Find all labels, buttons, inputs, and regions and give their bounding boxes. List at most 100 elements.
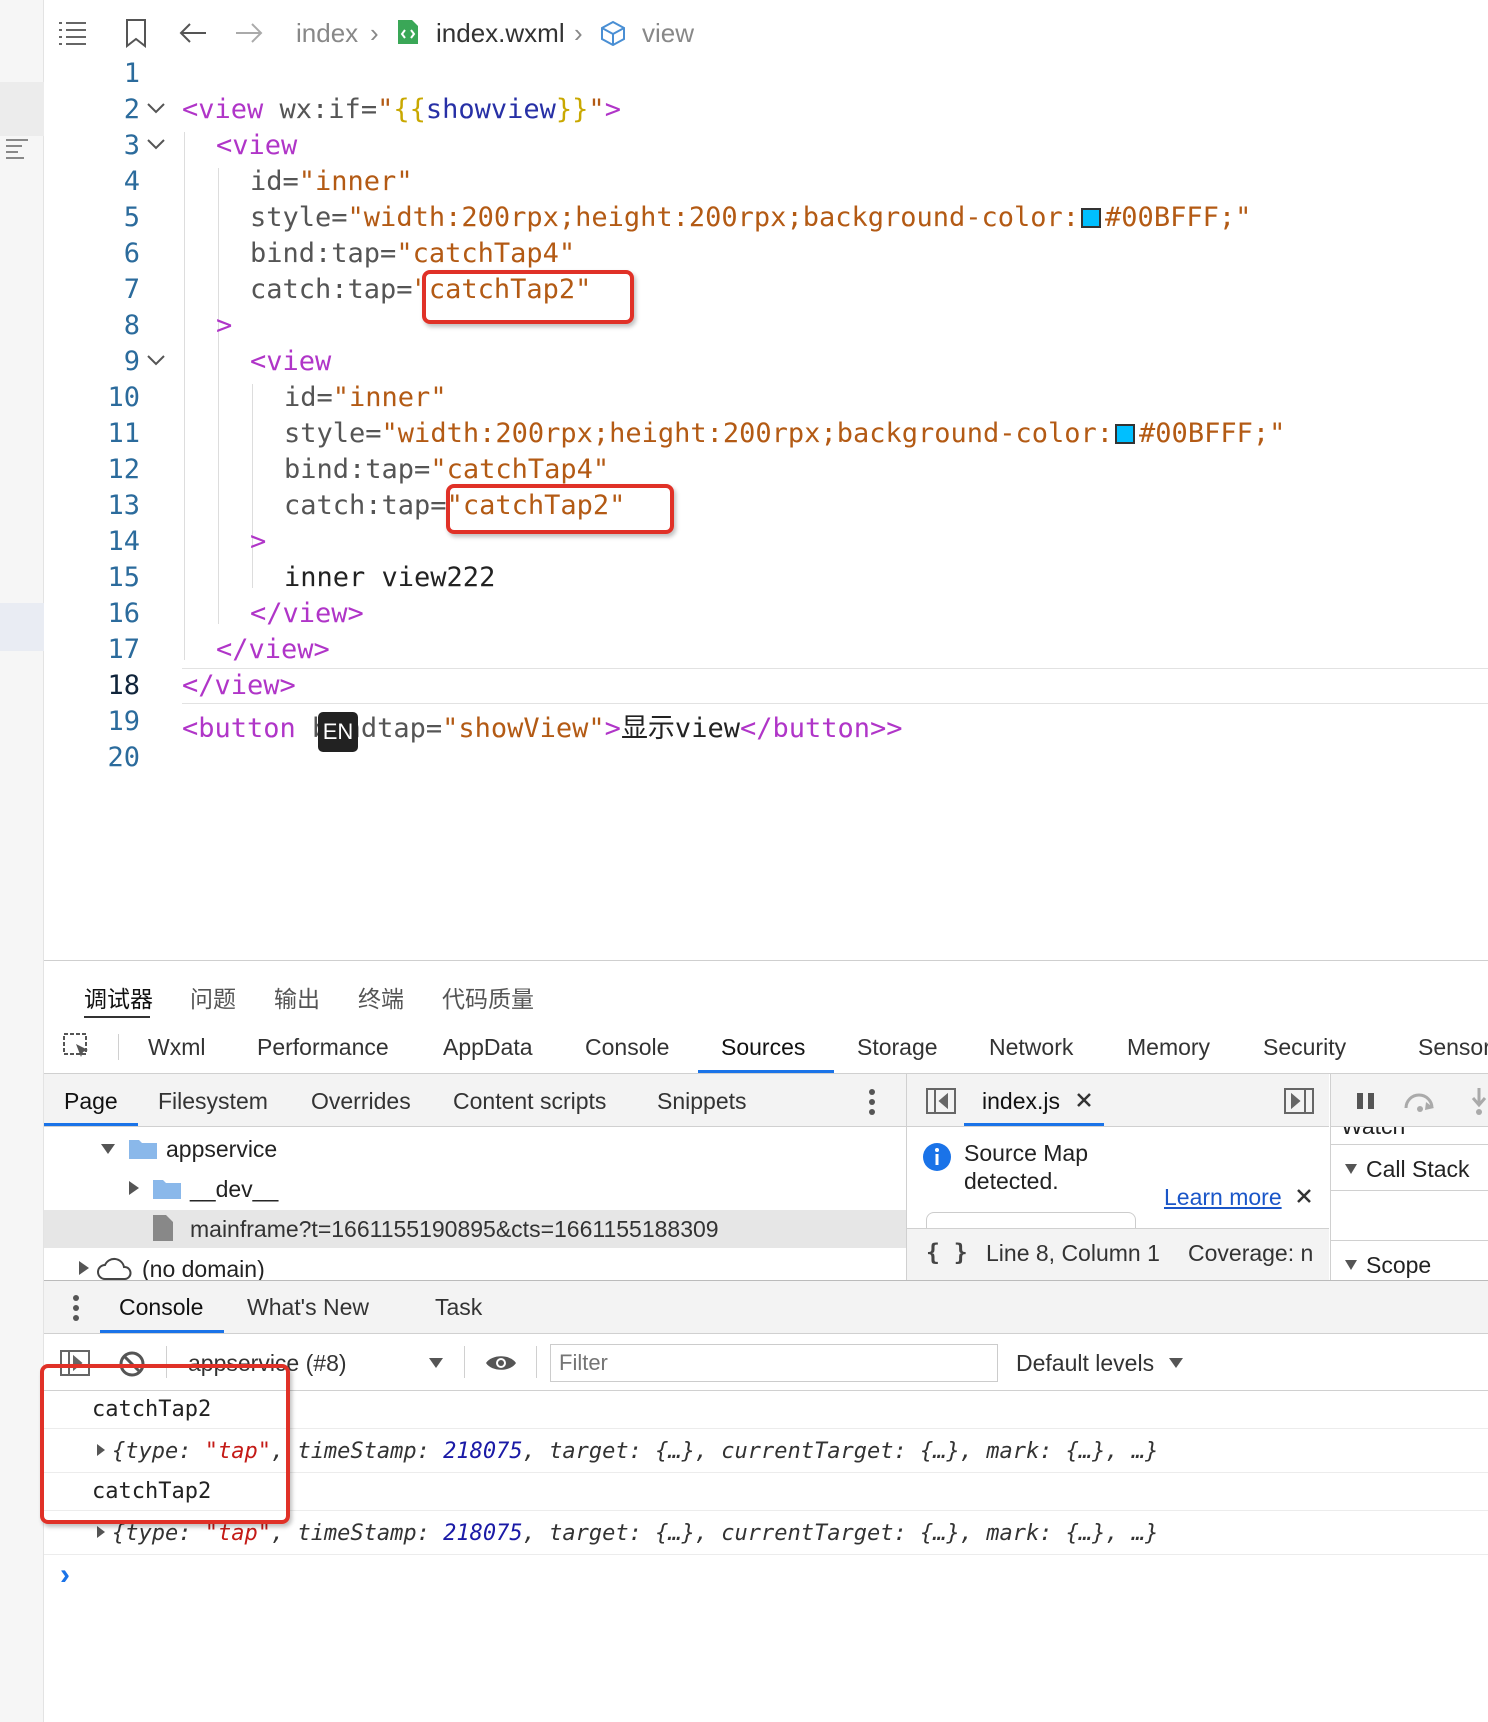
color-swatch[interactable] [1081,208,1102,228]
active-tab-underline [84,1016,150,1018]
code-line[interactable]: style="width:200rpx;height:200rpx;backgr… [250,202,1251,233]
pause-icon[interactable] [1356,1092,1376,1115]
tab-security[interactable]: Security [1263,1034,1346,1061]
code-token: <button [182,713,296,744]
toggle-debugger-icon[interactable] [1284,1088,1314,1119]
fold-chevron-icon[interactable] [146,98,166,121]
divider [44,960,1488,961]
color-swatch[interactable] [1115,424,1136,444]
code-line[interactable]: id="inner" [250,166,413,197]
forward-arrow-icon[interactable] [234,22,264,49]
tab-sources[interactable]: Sources [721,1034,805,1061]
code-line[interactable]: <view wx:if="{{showview}}"> [182,94,621,125]
line-number: 11 [107,418,140,449]
tab-storage[interactable]: Storage [857,1034,938,1061]
code-line[interactable]: > [216,310,232,341]
expand-open-icon[interactable] [1344,1258,1358,1276]
code-line[interactable]: </view> [182,670,296,701]
tab-memory[interactable]: Memory [1127,1034,1210,1061]
dropdown-arrow-icon[interactable] [1168,1356,1184,1374]
code-token: </button> [739,713,887,744]
code-token: " [588,94,605,125]
code-line[interactable]: <view [250,346,331,377]
tab-performance[interactable]: Performance [257,1034,389,1061]
line-number: 4 [123,166,140,197]
code-line[interactable]: id="inner" [284,382,447,413]
code-line[interactable]: > [250,526,266,557]
tab-problems[interactable]: 问题 [190,980,236,1014]
code-line[interactable]: bind:tap="catchTap4" [284,454,609,485]
more-vertical-icon[interactable] [72,1294,80,1327]
tab-overrides[interactable]: Overrides [311,1088,411,1115]
divider [464,1346,465,1378]
tree-item-appservice[interactable]: appservice [166,1136,277,1163]
eye-icon[interactable] [484,1352,518,1379]
line-number: 1 [123,58,140,89]
more-vertical-icon[interactable] [868,1088,876,1121]
code-line[interactable]: <view [216,130,297,161]
code-line[interactable]: <button bindtap="showView">显示view</butto… [182,706,903,745]
tree-expand-closed-icon[interactable] [128,1180,140,1201]
tab-console[interactable]: Console [585,1034,669,1061]
close-icon[interactable] [1076,1092,1092,1113]
expand-open-icon[interactable] [1344,1162,1358,1180]
tab-network[interactable]: Network [989,1034,1073,1061]
tab-appdata[interactable]: AppData [443,1034,533,1061]
tab-content-scripts[interactable]: Content scripts [453,1088,606,1115]
code-token: showview [425,94,556,125]
outline-icon[interactable] [4,134,32,164]
tree-expand-open-icon[interactable] [100,1142,116,1160]
log-levels-dropdown[interactable]: Default levels [1016,1350,1154,1377]
tab-terminal[interactable]: 终端 [358,980,404,1014]
code-line[interactable]: </view> [250,598,364,629]
code-line[interactable]: inner view222 [284,562,495,593]
inspect-element-icon[interactable] [62,1032,94,1067]
tab-debugger[interactable]: 调试器 [84,980,153,1014]
tab-wxml[interactable]: Wxml [148,1034,205,1061]
tree-item-mainframe[interactable]: mainframe?t=1661155190895&cts=1661155188… [190,1216,719,1243]
toggle-navigator-icon[interactable] [926,1088,956,1119]
tree-expand-closed-icon[interactable] [78,1260,90,1281]
step-over-icon[interactable] [1402,1090,1438,1117]
fold-chevron-icon[interactable] [146,134,166,157]
scope-header[interactable]: Scope [1366,1252,1431,1279]
fold-chevron-icon[interactable] [146,350,166,373]
drawer-tab-console[interactable]: Console [119,1294,203,1321]
tab-sensor[interactable]: Sensor [1418,1034,1488,1061]
breadcrumb-element[interactable]: view [642,18,694,49]
breadcrumb-file[interactable]: index.wxml [436,18,565,49]
code-token: > [886,713,903,744]
console-prompt[interactable]: › [60,1558,70,1592]
breadcrumb-index[interactable]: index [296,18,358,49]
tree-item-dev[interactable]: __dev__ [190,1176,278,1203]
tab-code-quality[interactable]: 代码质量 [442,980,534,1014]
tab-output[interactable]: 输出 [274,980,320,1014]
indent-guide [252,384,253,588]
drawer-tab-task[interactable]: Task [435,1294,482,1321]
console-filter-input[interactable] [550,1344,998,1382]
bookmark-icon[interactable] [124,18,148,53]
learn-more-link[interactable]: Learn more [1164,1184,1282,1211]
code-line[interactable]: bind:tap="catchTap4" [250,238,575,269]
file-tab-indexjs[interactable]: index.js [982,1088,1060,1115]
close-icon[interactable] [1296,1188,1312,1209]
tab-filesystem[interactable]: Filesystem [158,1088,268,1115]
back-arrow-icon[interactable] [178,22,208,49]
list-icon[interactable] [58,20,88,51]
pretty-print-button[interactable]: { } [926,1240,968,1266]
divider [44,1126,906,1127]
watch-section-header[interactable]: Watch [1331,1127,1488,1141]
expand-closed-icon[interactable] [96,1525,106,1544]
console-object[interactable]: {type: "tap", timeStamp: 218075, target:… [112,1521,1158,1546]
tree-item-no-domain[interactable]: (no domain) [142,1256,265,1283]
code-line[interactable]: style="width:200rpx;height:200rpx;backgr… [284,418,1285,449]
code-line[interactable]: </view> [216,634,330,665]
call-stack-header[interactable]: Call Stack [1366,1156,1470,1183]
tab-page[interactable]: Page [64,1088,118,1115]
drawer-tab-whats-new[interactable]: What's New [247,1294,369,1321]
dropdown-arrow-icon[interactable] [428,1356,444,1374]
strip-item-active[interactable] [0,603,44,651]
tab-snippets[interactable]: Snippets [657,1088,747,1115]
step-into-icon[interactable] [1470,1086,1488,1121]
strip-item[interactable] [0,82,44,136]
